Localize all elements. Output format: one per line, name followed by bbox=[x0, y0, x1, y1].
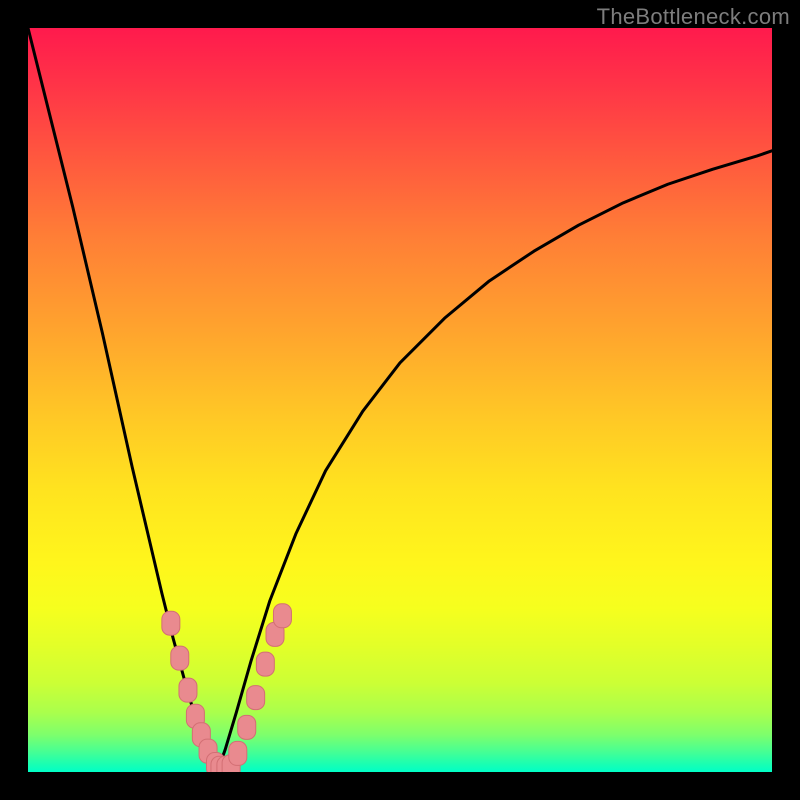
marker-point bbox=[179, 678, 197, 702]
marker-point bbox=[229, 741, 247, 765]
chart-frame: TheBottleneck.com bbox=[0, 0, 800, 800]
curve-right-branch bbox=[218, 151, 772, 769]
plot-svg bbox=[28, 28, 772, 772]
marker-point bbox=[162, 611, 180, 635]
plot-area bbox=[28, 28, 772, 772]
marker-point bbox=[171, 646, 189, 670]
marker-point bbox=[238, 715, 256, 739]
curve-left-branch bbox=[28, 28, 218, 768]
curve-layer bbox=[28, 28, 772, 768]
marker-point bbox=[247, 686, 265, 710]
marker-point bbox=[256, 652, 274, 676]
marker-point bbox=[273, 604, 291, 628]
watermark-text: TheBottleneck.com bbox=[597, 4, 790, 30]
